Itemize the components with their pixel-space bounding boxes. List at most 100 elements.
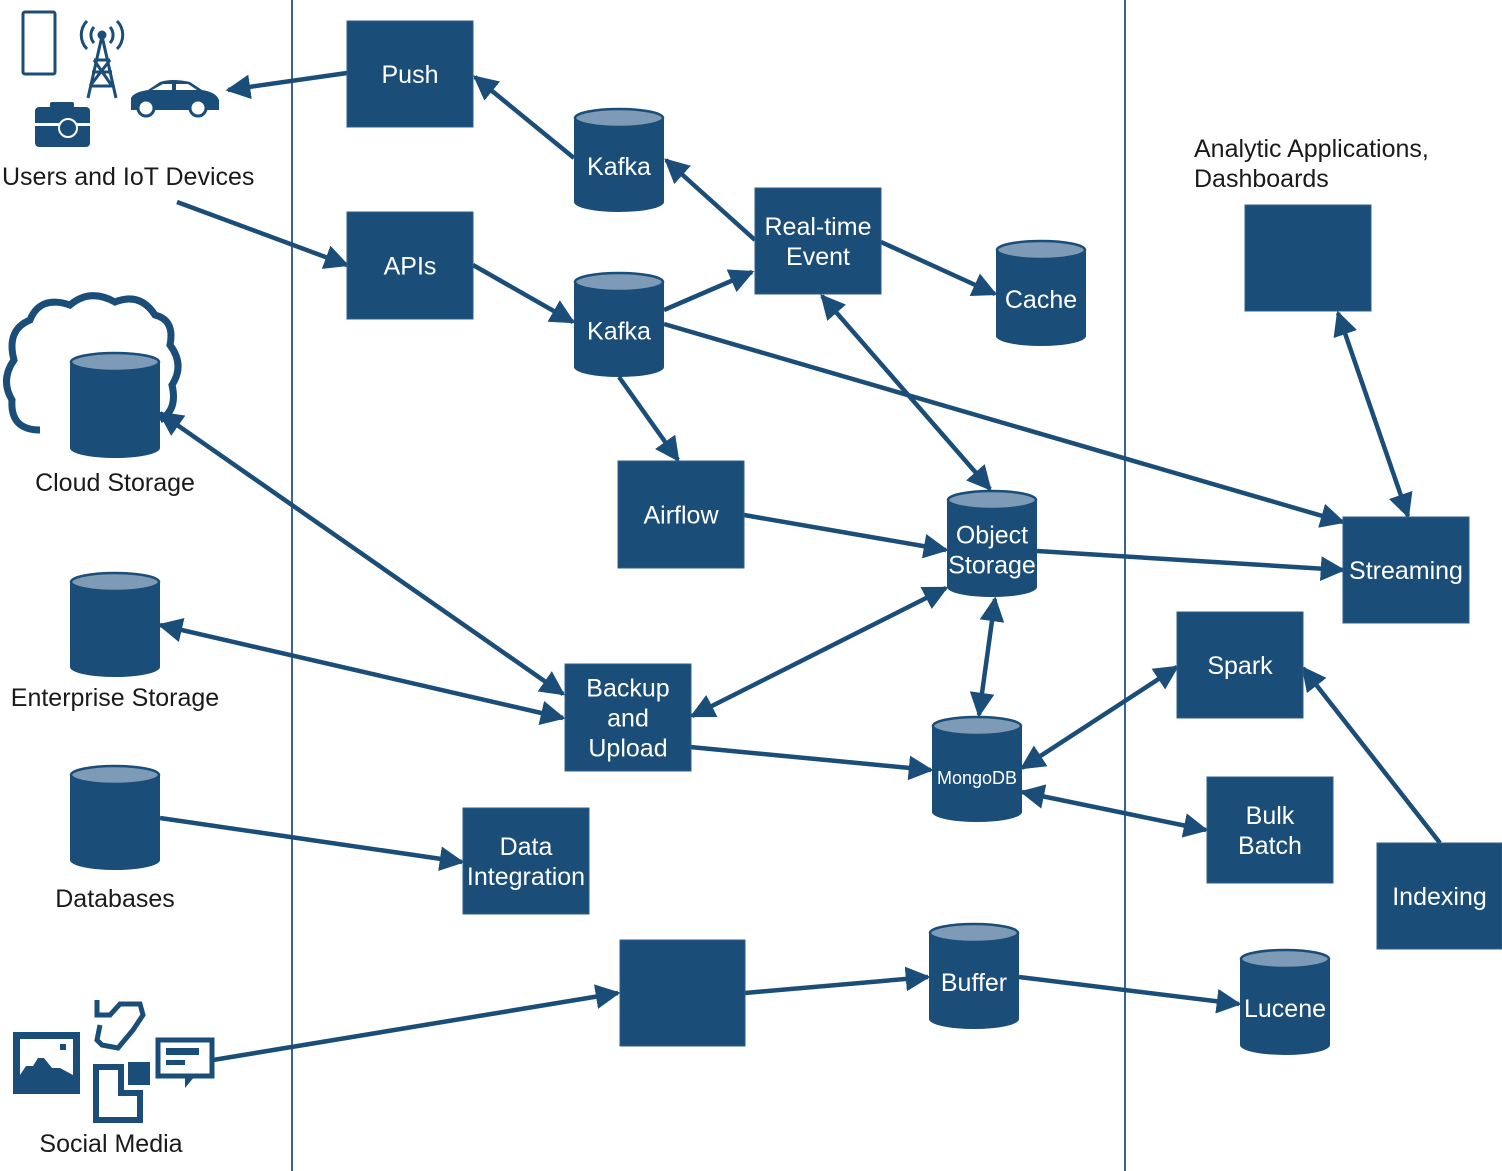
cylinder-top [573, 271, 665, 293]
edge-object-to-streaming [1036, 548, 1346, 581]
node-label: Push [382, 61, 439, 89]
node-label: Data [500, 833, 553, 861]
node-bulk: BulkBatch [1206, 776, 1334, 884]
edge-mongodb-to-spark [1019, 665, 1180, 770]
cylinder-top [946, 489, 1038, 511]
edge-airflow-to-object [743, 512, 949, 559]
node-push: Push [346, 20, 474, 128]
node-cache: Cache [995, 239, 1087, 346]
cell-tower-icon [79, 19, 125, 99]
node-label: Streaming [1349, 557, 1463, 585]
edge-dashboard-to-streaming [1333, 310, 1413, 519]
node-label: Real-time [765, 213, 872, 241]
map-icon [94, 1000, 146, 1051]
edge-cloud_db-to-backup [157, 411, 566, 696]
node-enterprise_db [69, 571, 161, 677]
node-mongodb: MongoDB [931, 715, 1023, 822]
node-dataint: DataIntegration [462, 807, 590, 915]
users-iot-group [21, 10, 219, 147]
node-apis: APIs [346, 211, 474, 320]
edge-realtime-to-object [820, 294, 992, 491]
box-shape [754, 187, 882, 295]
edge-enterprise_db-to-backup [157, 617, 566, 726]
box-shape [462, 807, 590, 915]
cylinder-body [70, 775, 160, 870]
node-backup: BackupandUpload [564, 663, 692, 772]
cloud-storage-label: Cloud Storage [35, 469, 195, 497]
cylinder-top [573, 107, 665, 129]
edge-realtime-to-kafka1 [664, 158, 757, 242]
edge-backup-to-mongodb [689, 744, 934, 781]
node-label: Lucene [1244, 995, 1326, 1023]
node-label: Object [956, 522, 1028, 550]
node-label: Backup [586, 675, 669, 703]
node-kafka1: Kafka [573, 107, 665, 212]
smartphone-icon [21, 10, 57, 76]
image-icon [13, 1032, 80, 1094]
node-label: Kafka [587, 153, 651, 181]
edge-kafka1-to-push [473, 75, 576, 160]
cylinder-body [70, 362, 160, 458]
enterprise-storage-label: Enterprise Storage [11, 684, 219, 712]
chat-icon [155, 1037, 215, 1088]
node-cloud_db [69, 351, 161, 458]
cylinder-top [69, 351, 161, 373]
node-dashboard [1244, 204, 1372, 312]
node-label: Integration [467, 863, 585, 891]
node-label: Buffer [941, 969, 1007, 997]
node-label: Upload [588, 735, 667, 763]
node-label: Bulk [1246, 802, 1295, 830]
node-buffer: Buffer [928, 922, 1020, 1029]
node-label: Cache [1005, 286, 1077, 314]
cylinder-top [995, 239, 1087, 261]
edge-mongodb-to-bulk [1019, 784, 1209, 838]
node-label: MongoDB [937, 768, 1017, 788]
databases-label: Databases [55, 885, 175, 913]
architecture-diagram: Push APIs Kafka Kafka Real-timeEvent Cache Air… [2, 0, 1502, 1171]
camera-icon [35, 102, 90, 147]
edge-users_iot-to-apis [176, 199, 350, 269]
cylinder-body [70, 582, 160, 677]
analytics-label-line2: Dashboards [1194, 165, 1329, 193]
node-indexing: Indexing [1376, 842, 1502, 950]
document-icon [93, 1062, 150, 1123]
node-airflow: Airflow [617, 460, 745, 569]
edge-object-to-backup [689, 585, 949, 719]
cylinder-top [931, 715, 1023, 737]
node-label: Spark [1207, 652, 1273, 680]
box-shape [619, 939, 746, 1047]
edge-social_media-to-unnamed [212, 984, 621, 1063]
node-object: ObjectStorage [946, 489, 1038, 597]
edge-databases_db-to-dataint [159, 815, 465, 872]
edge-realtime-to-cache [880, 239, 998, 297]
node-label: Kafka [587, 318, 651, 346]
node-label: Event [786, 243, 850, 271]
node-spark: Spark [1176, 611, 1304, 719]
node-streaming: Streaming [1342, 516, 1470, 624]
social-media-group [13, 1000, 215, 1123]
box-shape [1244, 204, 1372, 312]
edge-kafka2-to-airflow [617, 375, 680, 463]
social-media-label: Social Media [39, 1130, 182, 1158]
node-label: APIs [384, 253, 437, 281]
node-label: Indexing [1392, 883, 1487, 911]
edge-apis-to-kafka2 [471, 263, 576, 324]
analytics-label-line1: Analytic Applications, [1194, 135, 1429, 163]
cylinder-top [69, 764, 161, 786]
cylinder-top [928, 922, 1020, 944]
cylinder-top [69, 571, 161, 593]
node-label: Batch [1238, 832, 1302, 860]
edge-push-to-users_iot [225, 70, 348, 100]
cylinder-top [1239, 948, 1331, 970]
car-icon [131, 80, 219, 118]
box-shape [1206, 776, 1334, 884]
edge-buffer-to-lucene [1018, 974, 1242, 1014]
node-label: and [607, 705, 649, 733]
node-label: Airflow [643, 502, 719, 530]
edge-unnamed-to-buffer [744, 966, 931, 996]
edge-kafka2-to-realtime [663, 269, 755, 313]
edge-object-to-mongodb [969, 596, 1005, 718]
node-lucene: Lucene [1239, 948, 1331, 1055]
node-realtime: Real-timeEvent [754, 187, 882, 295]
node-kafka2: Kafka [573, 271, 665, 377]
